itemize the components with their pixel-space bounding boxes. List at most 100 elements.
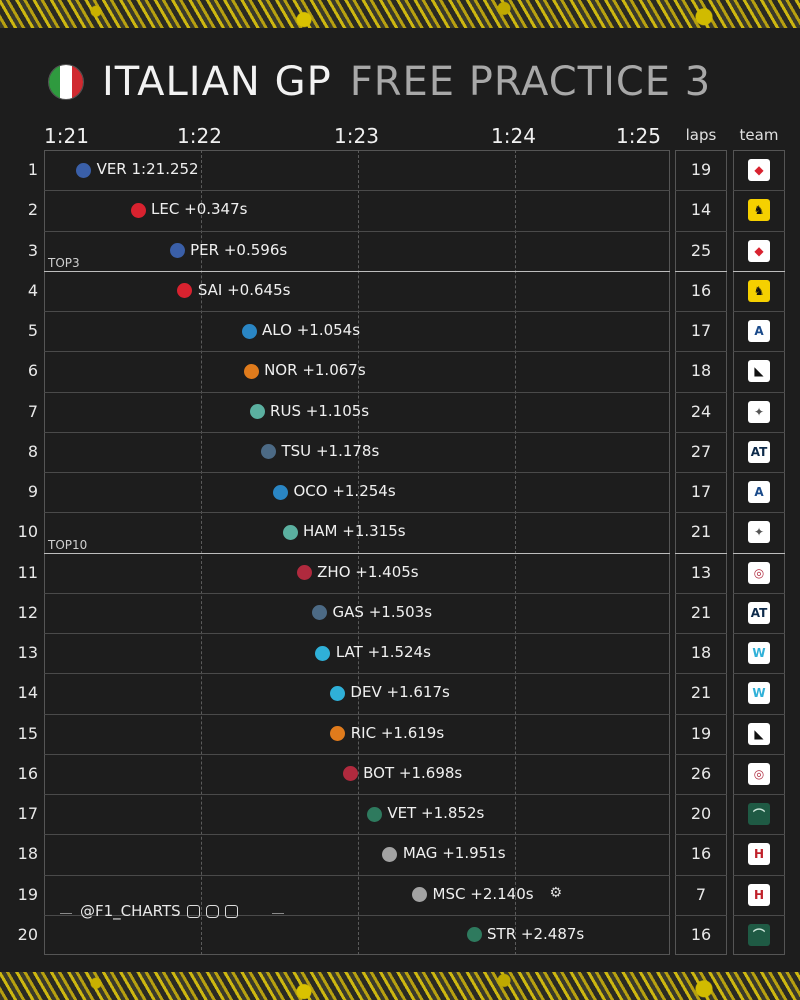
driver-marker [282,524,298,540]
driver-label: ALO +1.054s [262,321,360,339]
driver-label: OCO +1.254s [293,482,395,500]
alphatauri-logo-icon: AT [748,601,770,624]
position-number: 12 [17,602,38,622]
williams-logo-icon: W [748,682,770,705]
driver-code: TSU [281,441,312,460]
tier-divider [675,270,727,272]
credit-handle: @F1_CHARTS [80,902,181,920]
decorative-bottom-band [0,972,800,1000]
driver-code: LAT [335,643,363,662]
row-divider [733,794,785,795]
tier-divider [675,552,727,554]
driver-gap: +2.140s [470,884,534,903]
driver-gap: +0.347s [184,200,248,219]
position-number: 1 [27,160,38,180]
driver-code: DEV [350,683,382,702]
x-tick-label: 1:25 [616,124,661,148]
x-tick-label: 1:23 [334,124,379,148]
row-divider [675,753,727,755]
engine-icon: ⚙ [549,884,563,901]
laps-value: 20 [690,804,712,824]
alfa-romeo-logo-icon: ◎ [748,762,770,785]
title-main: ITALIAN GP [102,59,332,105]
laps-value: 25 [690,240,712,260]
position-number: 6 [27,361,38,381]
row-divider [44,874,670,876]
row-divider [733,914,785,916]
row-divider [44,673,670,675]
driver-code: MSC [432,884,466,903]
tier-divider [733,552,785,554]
row-divider [44,512,670,514]
driver-marker [366,806,382,822]
driver-label: STR +2.487s [487,925,584,943]
haas-logo-icon: H [748,843,770,866]
row-divider [675,914,727,916]
credit-line-right [272,913,284,914]
tier-divider [44,552,670,554]
row-divider [675,391,727,393]
position-number: 9 [27,482,38,502]
driver-gap: +1.619s [380,723,445,742]
driver-label: LEC +0.347s [151,200,247,218]
row-divider [44,633,670,634]
mercedes-logo-icon: ✦ [748,400,770,423]
position-number: 16 [17,763,38,783]
laps-header: laps [685,126,717,144]
mclaren-logo-icon: ◣ [748,722,770,745]
position-number: 14 [17,683,38,703]
driver-marker [342,766,358,782]
position-number: 11 [17,562,38,582]
twitter-icon [186,904,200,918]
row-divider [675,834,727,836]
driver-gap: +0.596s [223,240,288,259]
row-divider [733,713,785,715]
driver-code: VET [387,804,417,823]
row-divider [675,351,727,353]
driver-code: RUS [270,401,301,420]
row-divider [44,431,670,433]
row-divider [44,834,670,836]
row-divider [733,874,785,876]
row-divider [44,311,670,312]
position-number: 19 [17,884,38,904]
laps-value: 17 [690,321,712,341]
tier-divider [44,270,670,272]
driver-code: ZHO [317,562,351,581]
driver-gap: +1.617s [386,683,450,702]
driver-gap: 1:21.252 [131,160,199,179]
title-sub: FREE PRACTICE 3 [349,59,712,105]
tier-label: TOP10 [48,537,88,552]
driver-marker [243,363,259,379]
driver-label: RUS +1.105s [270,402,369,420]
driver-gap: +1.067s [302,361,366,380]
driver-gap: +1.951s [442,844,506,863]
row-divider [675,431,727,433]
x-tick-label: 1:24 [491,124,536,148]
driver-label: RIC +1.619s [351,724,444,742]
row-divider [733,834,785,836]
laps-value: 21 [690,683,712,703]
row-divider [44,472,670,473]
row-divider [675,874,727,876]
driver-marker [296,565,312,581]
row-divider [675,512,727,514]
row-divider [44,592,670,594]
x-tick-label: 1:21 [44,124,89,148]
driver-label: DEV +1.617s [350,683,449,701]
row-divider [733,230,785,232]
driver-gap: +1.254s [332,482,396,501]
alfa-romeo-logo-icon: ◎ [748,561,770,584]
driver-gap: +1.315s [342,522,406,541]
laps-value: 18 [690,643,712,663]
laps-value: 27 [690,441,712,461]
row-divider [733,512,785,514]
row-divider [44,230,670,232]
driver-marker [315,645,331,661]
driver-gap: +0.645s [227,280,291,299]
driver-marker [272,484,288,500]
driver-gap: +1.405s [355,562,419,581]
credit-line-left [60,913,72,914]
driver-label: BOT +1.698s [363,764,462,782]
driver-marker [329,685,345,701]
